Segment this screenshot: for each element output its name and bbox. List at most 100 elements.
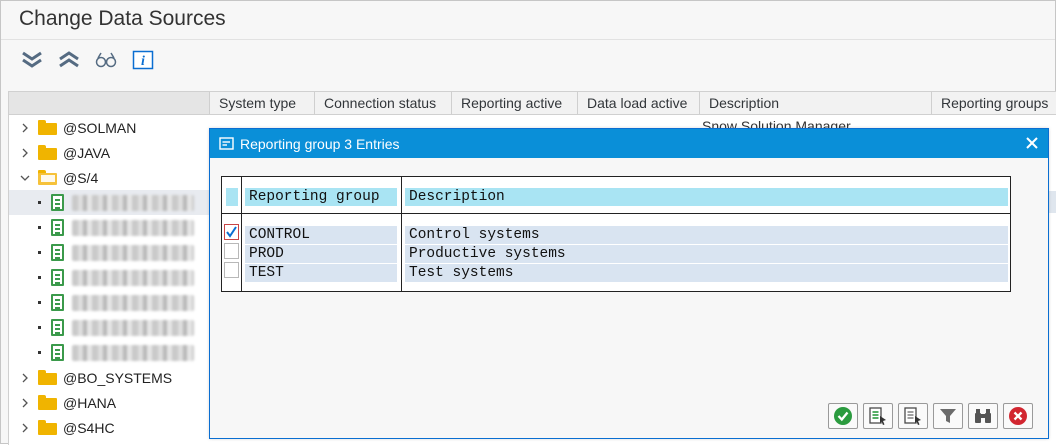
table-row-description[interactable]: Test systems xyxy=(405,264,1008,282)
redacted-system-name xyxy=(72,269,194,286)
info-icon: i xyxy=(132,50,154,70)
tree-leaf-system[interactable] xyxy=(9,315,209,340)
chevron-right-icon[interactable] xyxy=(18,146,32,160)
table-row-description[interactable]: Productive systems xyxy=(405,245,1008,263)
tree-leaf-system[interactable] xyxy=(9,190,209,215)
redacted-system-name xyxy=(72,319,194,336)
close-icon[interactable] xyxy=(1024,135,1040,151)
find-button[interactable] xyxy=(968,403,998,429)
chevron-right-icon[interactable] xyxy=(18,121,32,135)
display-button[interactable] xyxy=(89,46,123,74)
tree-leaf-system[interactable] xyxy=(9,240,209,265)
collapse-all-button[interactable] xyxy=(52,46,86,74)
tree-node-java[interactable]: @JAVA xyxy=(9,140,209,165)
system-icon xyxy=(51,344,64,361)
tree-leaf-system[interactable] xyxy=(9,265,209,290)
tree-node-label: @S4HC xyxy=(63,419,115,436)
folder-icon xyxy=(38,120,57,135)
deselect-all-button[interactable] xyxy=(898,403,928,429)
column-header-data-load-active[interactable]: Data load active xyxy=(577,92,699,114)
collapse-all-icon xyxy=(59,51,79,68)
system-icon xyxy=(51,244,64,261)
select-all-icon xyxy=(869,407,886,425)
bullet-icon xyxy=(38,351,41,354)
redacted-system-name xyxy=(72,219,194,236)
column-header-reporting-group[interactable]: Reporting group xyxy=(245,188,397,206)
page-title: Change Data Sources xyxy=(19,7,226,30)
cancel-icon xyxy=(1009,407,1027,425)
column-header-reporting-groups[interactable]: Reporting groups xyxy=(931,92,1056,114)
column-header-reporting-active[interactable]: Reporting active xyxy=(451,92,577,114)
row-checkbox[interactable] xyxy=(224,224,239,240)
tree-node-bo-systems[interactable]: @BO_SYSTEMS xyxy=(9,365,209,390)
open-folder-icon xyxy=(38,170,57,185)
ok-icon xyxy=(834,407,852,425)
folder-icon xyxy=(38,145,57,160)
chevron-right-icon[interactable] xyxy=(18,396,32,410)
deselect-icon xyxy=(904,407,921,425)
column-header-system-type[interactable]: System type xyxy=(209,92,314,114)
tree-node-s4hc[interactable]: @S4HC xyxy=(9,415,209,440)
table-row-group[interactable]: TEST xyxy=(245,264,397,282)
tree-leaf-system[interactable] xyxy=(9,340,209,365)
tree-node-solman[interactable]: @SOLMAN xyxy=(9,115,209,140)
chevron-right-icon[interactable] xyxy=(18,371,32,385)
cancel-button[interactable] xyxy=(1003,403,1033,429)
folder-icon xyxy=(38,420,57,435)
redacted-system-name xyxy=(72,294,194,311)
bullet-icon xyxy=(38,226,41,229)
row-checkbox[interactable] xyxy=(224,243,239,259)
toolbar: i xyxy=(15,45,163,75)
folder-icon xyxy=(38,370,57,385)
tree-header xyxy=(8,91,209,115)
title-divider xyxy=(1,39,1055,40)
system-icon xyxy=(51,319,64,336)
bullet-icon xyxy=(38,251,41,254)
checkmark-icon xyxy=(226,226,237,238)
redacted-system-name xyxy=(72,344,194,361)
tree-node-hana[interactable]: @HANA xyxy=(9,390,209,415)
bullet-icon xyxy=(38,276,41,279)
tree-node-label: @HANA xyxy=(63,394,117,411)
filter-button[interactable] xyxy=(933,403,963,429)
display-glasses-icon xyxy=(95,52,117,68)
info-button[interactable]: i xyxy=(126,46,160,74)
chevron-right-icon[interactable] xyxy=(18,421,32,435)
main-window: Change Data Sources i @SOLMAN @JAVA @S/4… xyxy=(0,0,1056,445)
table-row-description[interactable]: Control systems xyxy=(405,226,1008,244)
grid-row-edge xyxy=(1049,191,1056,213)
table-row-group[interactable]: CONTROL xyxy=(245,226,397,244)
tree-node-label: @SOLMAN xyxy=(63,119,137,136)
folder-icon xyxy=(38,395,57,410)
expand-all-button[interactable] xyxy=(15,46,49,74)
system-icon xyxy=(51,219,64,236)
tree-node-s4[interactable]: @S/4 xyxy=(9,165,209,190)
bullet-icon xyxy=(38,326,41,329)
tree-leaf-system[interactable] xyxy=(9,215,209,240)
filter-icon xyxy=(940,409,956,423)
data-source-tree: @SOLMAN @JAVA @S/4 @BO_SYSTEMS @HANA @S4… xyxy=(8,115,209,445)
value-help-icon xyxy=(219,136,235,151)
svg-text:i: i xyxy=(141,54,145,69)
chevron-down-icon[interactable] xyxy=(18,171,32,185)
tree-leaf-system[interactable] xyxy=(9,290,209,315)
expand-all-icon xyxy=(22,51,42,68)
dialog-button-bar xyxy=(823,403,1033,429)
system-icon xyxy=(51,269,64,286)
row-checkbox[interactable] xyxy=(224,262,239,278)
column-header-description[interactable]: Description xyxy=(699,92,931,114)
ok-button[interactable] xyxy=(828,403,858,429)
find-icon xyxy=(975,409,991,423)
bullet-icon xyxy=(38,201,41,204)
dialog-title-bar: Reporting group 3 Entries xyxy=(210,129,1048,158)
table-row-group[interactable]: PROD xyxy=(245,245,397,263)
value-help-dialog: Reporting group 3 Entries Reporting grou… xyxy=(209,128,1049,439)
bullet-icon xyxy=(38,301,41,304)
tree-node-label: @JAVA xyxy=(63,144,111,161)
redacted-system-name xyxy=(72,244,194,261)
select-all-button[interactable] xyxy=(863,403,893,429)
column-header-connection-status[interactable]: Connection status xyxy=(314,92,451,114)
column-header-description[interactable]: Description xyxy=(405,188,1008,206)
system-icon xyxy=(51,294,64,311)
select-column-header[interactable] xyxy=(226,188,238,206)
